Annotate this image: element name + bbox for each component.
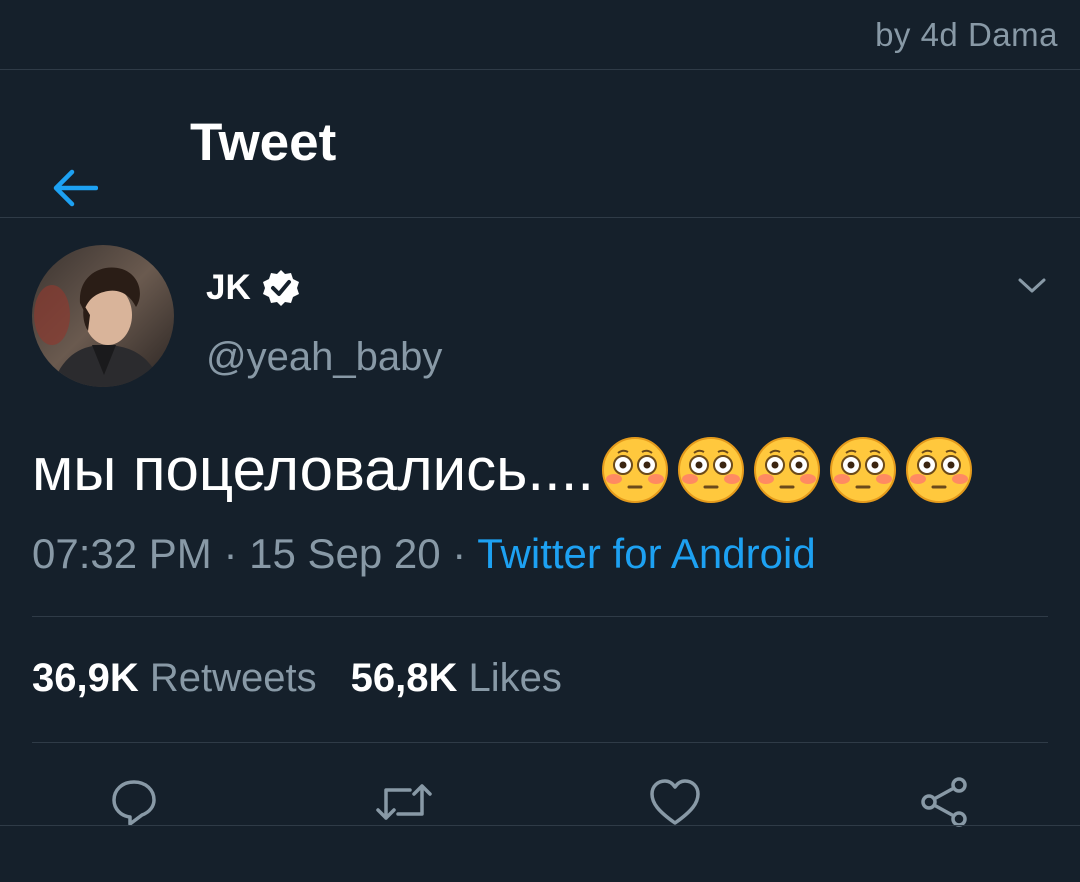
chevron-down-icon (1018, 278, 1046, 293)
retweets-count: 36,9K (32, 656, 139, 700)
divider (0, 825, 1080, 826)
flushed-face-icon (754, 437, 821, 503)
likes-stat[interactable]: 56,8K Likes (351, 656, 562, 701)
divider (32, 616, 1048, 617)
tweet-date: 15 Sep 20 (249, 530, 441, 577)
page-title: Tweet (190, 113, 337, 172)
tweet-text: мы поцеловались.... (32, 436, 595, 503)
tweet-actions-bar (0, 762, 1080, 842)
likes-label: Likes (468, 656, 562, 700)
avatar[interactable] (32, 245, 174, 387)
tweet-stats: 36,9K Retweets 56,8K Likes (32, 656, 562, 701)
more-options-button[interactable] (1012, 268, 1052, 304)
author-name-row[interactable]: JK (206, 268, 301, 308)
top-app-bar: Tweet (0, 70, 1080, 218)
retweet-button[interactable] (374, 772, 434, 832)
tweet-detail-screen: by 4d Dama Tweet JK @yeah_baby мы поцело… (0, 0, 1080, 882)
author-display-name: JK (206, 268, 251, 307)
flushed-face-icon (906, 437, 973, 503)
flushed-face-icon (602, 437, 669, 503)
flushed-face-icon (830, 437, 897, 503)
reply-icon (112, 780, 156, 826)
like-button[interactable] (645, 772, 705, 832)
verified-badge-icon (262, 270, 299, 306)
tweet-body: мы поцеловались.... (32, 432, 974, 508)
share-button[interactable] (914, 772, 974, 832)
heart-icon (650, 779, 700, 825)
watermark-text: by 4d Dama (875, 16, 1058, 53)
watermark-bar: by 4d Dama (0, 0, 1080, 70)
retweets-label: Retweets (149, 656, 317, 700)
meta-separator: · (440, 530, 478, 577)
arrow-left-icon (53, 169, 98, 207)
retweets-stat[interactable]: 36,9K Retweets (32, 656, 317, 701)
retweet-icon (376, 784, 432, 820)
avatar-image (32, 245, 174, 387)
likes-count: 56,8K (350, 656, 458, 700)
reply-button[interactable] (104, 772, 164, 832)
tweet-time: 07:32 PM (32, 530, 212, 577)
divider (32, 742, 1048, 743)
flushed-face-icon (678, 437, 745, 503)
back-button[interactable] (48, 161, 102, 215)
tweet-metadata: 07:32 PM · 15 Sep 20 · Twitter for Andro… (32, 530, 816, 578)
tweet-source-link[interactable]: Twitter for Android (477, 530, 815, 577)
meta-separator: · (211, 530, 250, 577)
author-handle[interactable]: @yeah_baby (206, 335, 442, 380)
emoji-group (600, 435, 974, 505)
share-icon (921, 777, 967, 827)
